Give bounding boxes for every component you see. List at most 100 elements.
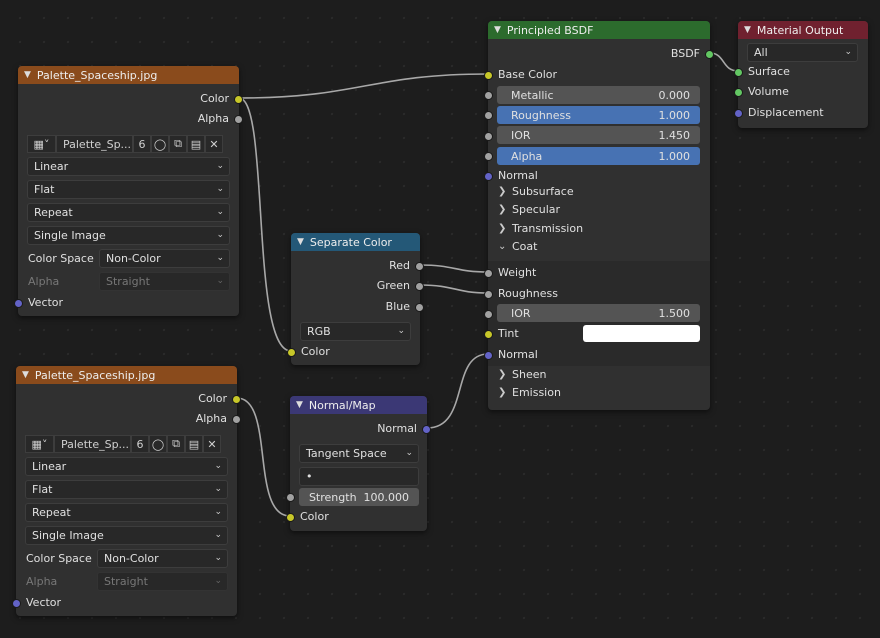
- input-normal: Normal: [484, 165, 710, 185]
- input-color: Color: [287, 341, 420, 361]
- target-dropdown[interactable]: All ⌄: [747, 43, 858, 62]
- socket-blue-out[interactable]: [415, 303, 424, 312]
- socket-red-out[interactable]: [415, 262, 424, 271]
- node-header[interactable]: ▼ Principled BSDF: [488, 21, 710, 39]
- fake-user-shield-icon[interactable]: ◯: [149, 435, 167, 453]
- ior-field[interactable]: IOR 1.450: [497, 126, 700, 144]
- separate-color-node[interactable]: ▼ Separate Color Red Green Blue RGB ⌄ Colo…: [287, 233, 424, 365]
- image-browse-icon[interactable]: ▦˅: [25, 435, 54, 453]
- alpha-mode-dropdown: Straight ⌄: [97, 572, 228, 591]
- socket-color-out[interactable]: [232, 395, 241, 404]
- close-icon[interactable]: ✕: [203, 435, 221, 453]
- node-header[interactable]: ▼ Palette_Spaceship.jpg: [16, 366, 237, 384]
- extension-dropdown[interactable]: Repeat ⌄: [25, 503, 228, 522]
- source-dropdown[interactable]: Single Image ⌄: [27, 226, 230, 245]
- panel-coat[interactable]: ⌄ Coat: [498, 240, 537, 253]
- socket-coat-ior-in[interactable]: [484, 310, 493, 319]
- chevron-down-icon[interactable]: ▼: [296, 400, 303, 410]
- socket-green-out[interactable]: [415, 282, 424, 291]
- socket-ior-in[interactable]: [484, 132, 493, 141]
- dropdown-value: Single Image: [32, 529, 104, 542]
- socket-coat-tint-in[interactable]: [484, 330, 493, 339]
- socket-label: Tint: [498, 326, 519, 340]
- socket-displacement-in[interactable]: [734, 109, 743, 118]
- field-label: Alpha: [511, 149, 543, 163]
- socket-normal-out[interactable]: [422, 425, 431, 434]
- extension-dropdown[interactable]: Repeat ⌄: [27, 203, 230, 222]
- image-name-field[interactable]: Palette_Sp...: [54, 435, 131, 453]
- node-header[interactable]: ▼ Palette_Spaceship.jpg: [18, 66, 239, 84]
- close-icon[interactable]: ✕: [205, 135, 223, 153]
- source-dropdown[interactable]: Single Image ⌄: [25, 526, 228, 545]
- socket-alpha-out[interactable]: [234, 115, 243, 124]
- socket-coat-normal-in[interactable]: [484, 351, 493, 360]
- panel-sheen[interactable]: ❯ Sheen: [498, 368, 546, 381]
- socket-vector-in[interactable]: [14, 299, 23, 308]
- coat-ior-field[interactable]: IOR 1.500: [497, 304, 700, 322]
- fake-user-shield-icon[interactable]: ◯: [151, 135, 169, 153]
- chevron-right-icon: ❯: [498, 204, 507, 215]
- material-output-node[interactable]: ▼ Material Output All ⌄ Surface Volume Dis…: [734, 21, 868, 128]
- image-browse-icon[interactable]: ▦˅: [27, 135, 56, 153]
- socket-bsdf-out[interactable]: [705, 50, 714, 59]
- chevron-down-icon[interactable]: ▼: [24, 70, 31, 80]
- node-header[interactable]: ▼ Normal/Map: [290, 396, 427, 414]
- uv-map-field[interactable]: •: [299, 467, 419, 486]
- node-header[interactable]: ▼ Material Output: [738, 21, 868, 39]
- chevron-down-icon[interactable]: ▼: [744, 25, 751, 35]
- output-red: Red: [291, 255, 424, 275]
- socket-alpha-out[interactable]: [232, 415, 241, 424]
- link-normalmap-coatnormal: [426, 353, 489, 429]
- socket-color-in[interactable]: [287, 348, 296, 357]
- duplicate-icon[interactable]: ⧉: [167, 435, 185, 453]
- color-space-dropdown[interactable]: Non-Color ⌄: [97, 549, 228, 568]
- mode-dropdown[interactable]: RGB ⌄: [300, 322, 411, 341]
- normal-map-node[interactable]: ▼ Normal/Map Normal Tangent Space ⌄ • Stre…: [286, 396, 431, 531]
- socket-label: BSDF: [670, 46, 700, 60]
- image-name-field[interactable]: Palette_Sp...: [56, 135, 133, 153]
- metallic-field[interactable]: Metallic 0.000: [497, 86, 700, 104]
- node-header[interactable]: ▼ Separate Color: [291, 233, 420, 251]
- panel-subsurface[interactable]: ❯ Subsurface: [498, 185, 574, 198]
- chevron-down-icon[interactable]: ▼: [494, 25, 501, 35]
- socket-volume-in[interactable]: [734, 88, 743, 97]
- image-texture-node-2[interactable]: ▼ Palette_Spaceship.jpg Color Alpha ▦˅ Pa…: [12, 366, 241, 616]
- socket-normal-in[interactable]: [484, 172, 493, 181]
- dropdown-value: Straight: [104, 575, 148, 588]
- socket-vector-in[interactable]: [12, 599, 21, 608]
- socket-color-out[interactable]: [234, 95, 243, 104]
- output-normal: Normal: [290, 418, 431, 438]
- roughness-field[interactable]: Roughness 1.000: [497, 106, 700, 124]
- socket-roughness-in[interactable]: [484, 111, 493, 120]
- socket-coat-weight-in[interactable]: [484, 269, 493, 278]
- pack-icon[interactable]: ▤: [185, 435, 203, 453]
- node-title: Separate Color: [309, 235, 392, 249]
- panel-specular[interactable]: ❯ Specular: [498, 203, 560, 216]
- projection-dropdown[interactable]: Flat ⌄: [27, 180, 230, 199]
- image-texture-node-1[interactable]: ▼ Palette_Spaceship.jpg Color Alpha ▦˅ Pa…: [14, 66, 243, 316]
- coat-tint-swatch[interactable]: [583, 325, 700, 342]
- field-value: 1.000: [658, 108, 691, 122]
- socket-strength-in[interactable]: [286, 493, 295, 502]
- panel-emission[interactable]: ❯ Emission: [498, 386, 561, 399]
- socket-surface-in[interactable]: [734, 68, 743, 77]
- socket-color-in[interactable]: [286, 513, 295, 522]
- pack-icon[interactable]: ▤: [187, 135, 205, 153]
- chevron-down-icon[interactable]: ▼: [297, 237, 304, 247]
- socket-label: Surface: [748, 64, 790, 78]
- socket-alpha-in[interactable]: [484, 152, 493, 161]
- strength-field[interactable]: Strength 100.000: [299, 488, 419, 506]
- socket-base-color-in[interactable]: [484, 71, 493, 80]
- socket-metallic-in[interactable]: [484, 91, 493, 100]
- duplicate-icon[interactable]: ⧉: [169, 135, 187, 153]
- interpolation-dropdown[interactable]: Linear ⌄: [25, 457, 228, 476]
- panel-transmission[interactable]: ❯ Transmission: [498, 222, 583, 235]
- chevron-down-icon[interactable]: ▼: [22, 370, 29, 380]
- alpha-field[interactable]: Alpha 1.000: [497, 147, 700, 165]
- projection-dropdown[interactable]: Flat ⌄: [25, 480, 228, 499]
- socket-coat-roughness-in[interactable]: [484, 290, 493, 299]
- interpolation-dropdown[interactable]: Linear ⌄: [27, 157, 230, 176]
- principled-bsdf-node[interactable]: ▼ Principled BSDF BSDF Base Color Metalli…: [484, 21, 714, 410]
- color-space-dropdown[interactable]: Non-Color ⌄: [99, 249, 230, 268]
- space-dropdown[interactable]: Tangent Space ⌄: [299, 444, 419, 463]
